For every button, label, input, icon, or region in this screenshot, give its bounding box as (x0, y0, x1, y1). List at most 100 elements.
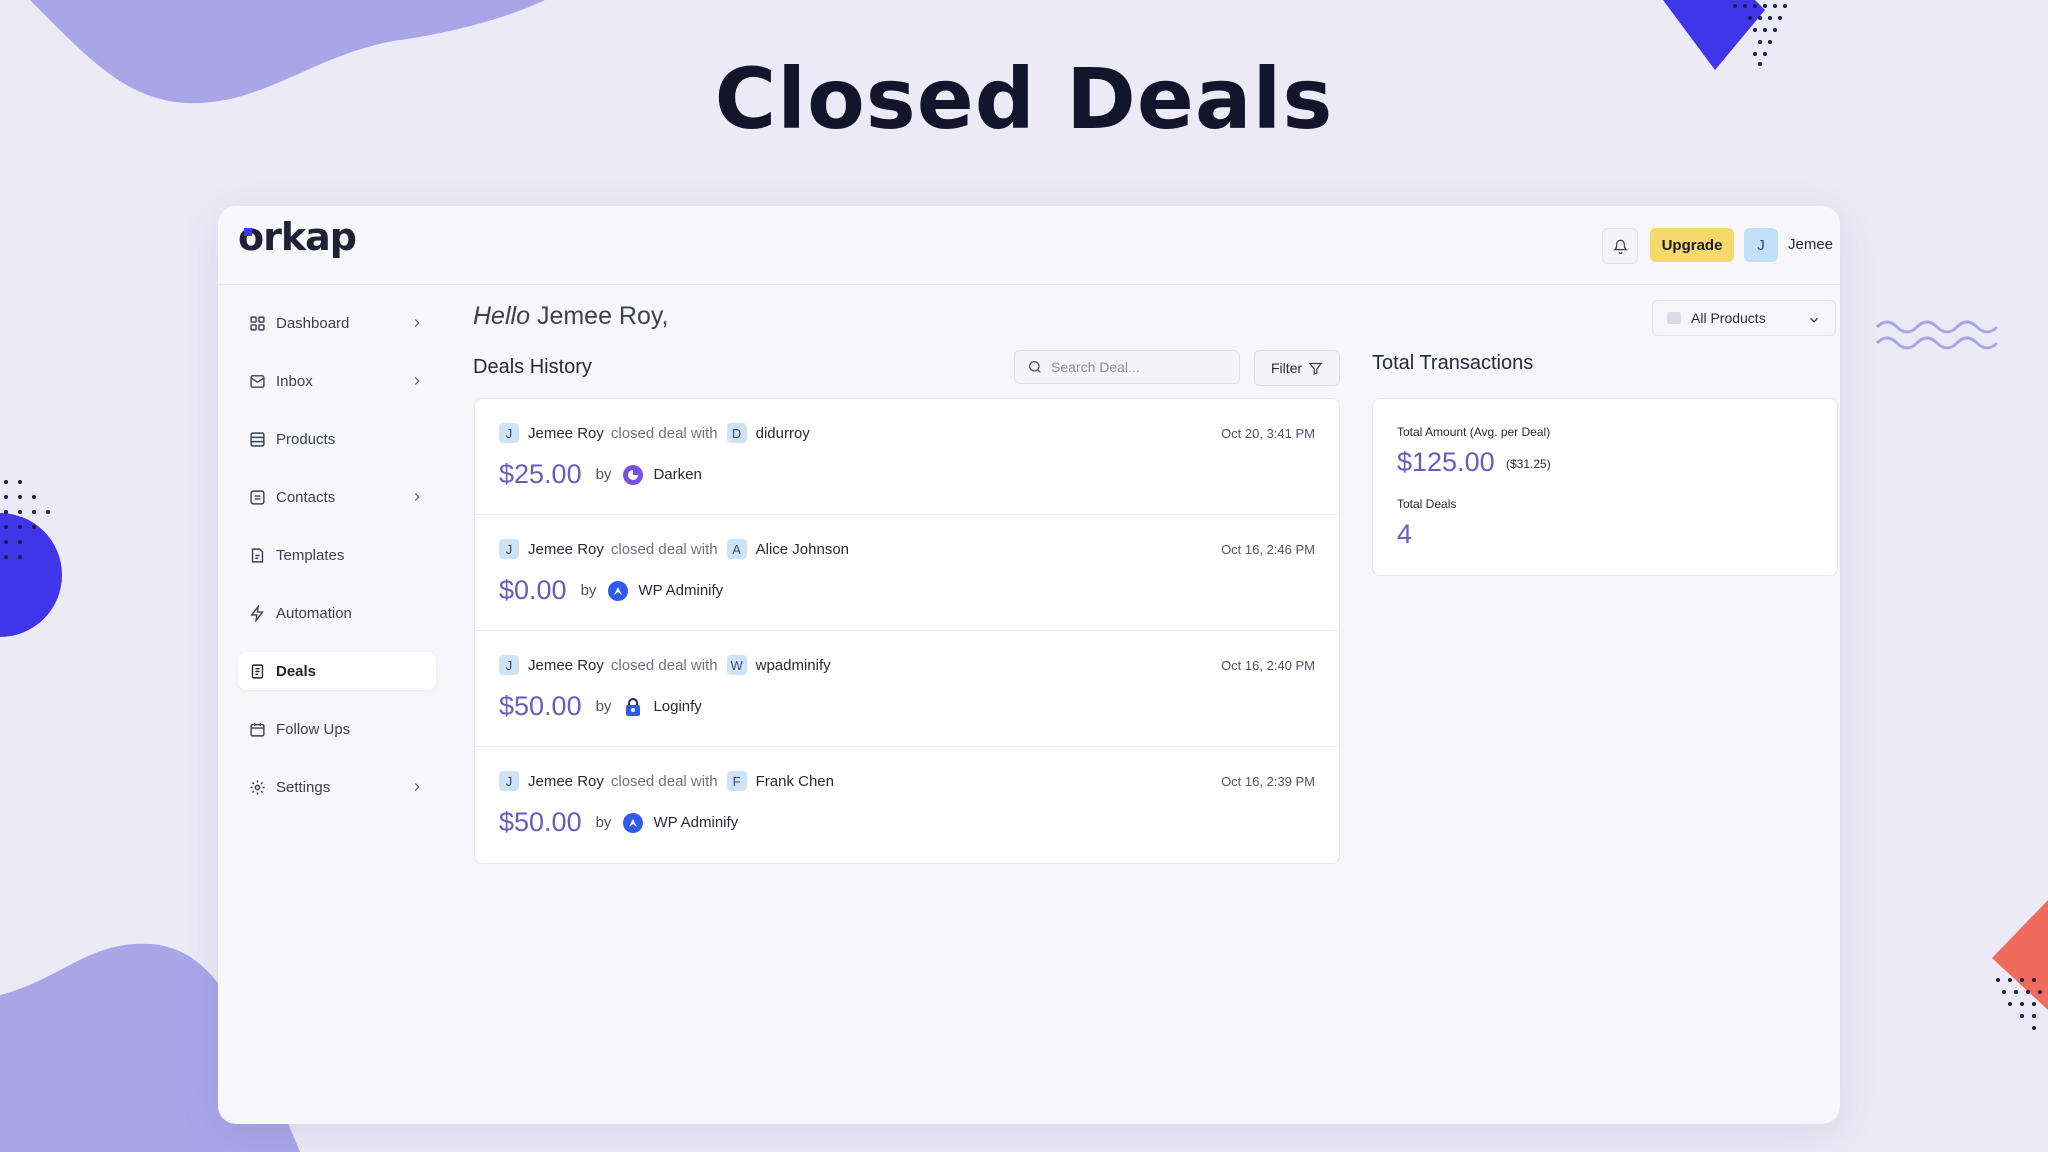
total-deals-value: 4 (1397, 519, 1413, 549)
sidebar-item-label: Dashboard (276, 314, 350, 332)
chevron-right-icon (414, 783, 420, 791)
sidebar-item-label: Templates (276, 546, 345, 564)
gear-icon (248, 778, 266, 796)
product-thumb-icon (1667, 312, 1681, 324)
deal-row[interactable]: J Jemee Roy closed deal with D didurroy … (475, 399, 1339, 515)
greeting: Hello Jemee Roy, (473, 302, 668, 331)
closed-deal-text: closed deal with (610, 772, 718, 790)
deal-amount: $50.00 (499, 807, 582, 837)
closer-initial-badge: J (499, 771, 519, 791)
topbar: orkap Upgrade J Jemee (218, 206, 1840, 285)
by-text: by (580, 582, 597, 599)
deal-amount-row: $50.00 by WP Adminify (499, 807, 738, 838)
deal-amount: $0.00 (499, 575, 567, 605)
document-icon (248, 662, 266, 680)
all-products-label: All Products (1691, 310, 1766, 326)
app-window: orkap Upgrade J Jemee Dashboard Inbox Pr… (218, 206, 1840, 1124)
product-name[interactable]: WP Adminify (638, 582, 723, 599)
deal-time: Oct 16, 2:40 PM (1221, 658, 1315, 673)
target-initial-badge: W (726, 655, 747, 675)
closed-deal-text: closed deal with (610, 656, 718, 674)
grid-icon (248, 314, 266, 332)
notifications-button[interactable] (1602, 228, 1638, 264)
bottom-right-pattern (1992, 900, 2048, 1030)
deal-row[interactable]: J Jemee Roy closed deal with F Frank Che… (475, 747, 1339, 863)
svg-text:orkap: orkap (238, 220, 356, 259)
sidebar-item-products[interactable]: Products (238, 420, 436, 458)
sidebar-item-templates[interactable]: Templates (238, 536, 436, 574)
deal-time: Oct 16, 2:39 PM (1221, 774, 1315, 789)
deal-summary: J Jemee Roy closed deal with A Alice Joh… (499, 539, 849, 559)
right-wave (1875, 320, 1999, 350)
search-icon (1029, 361, 1041, 373)
left-circle-pattern (0, 480, 62, 637)
product-name[interactable]: Loginfy (653, 698, 701, 715)
target-name[interactable]: didurroy (756, 425, 810, 442)
adminify-icon (623, 812, 644, 833)
template-icon (248, 546, 266, 564)
target-initial-badge: F (726, 771, 747, 791)
orkap-logo[interactable]: orkap (238, 220, 368, 266)
user-name[interactable]: Jemee (1788, 236, 1833, 253)
closer-name[interactable]: Jemee Roy (528, 541, 604, 558)
deal-amount: $50.00 (499, 691, 582, 721)
chevron-right-icon (414, 493, 420, 501)
deal-time: Oct 16, 2:46 PM (1221, 542, 1315, 557)
target-initial-badge: A (726, 539, 747, 559)
closer-initial-badge: J (499, 655, 519, 675)
sidebar-item-inbox[interactable]: Inbox (238, 362, 436, 400)
target-initial-badge: D (726, 423, 747, 443)
deal-time: Oct 20, 3:41 PM (1221, 426, 1315, 441)
inbox-icon (248, 372, 266, 390)
product-name[interactable]: Darken (653, 466, 701, 483)
total-amount-label: Total Amount (Avg. per Deal) (1397, 425, 1551, 439)
sidebar-item-deals[interactable]: Deals (238, 652, 436, 690)
filter-icon (1308, 362, 1323, 375)
by-text: by (595, 698, 612, 715)
closer-name[interactable]: Jemee Roy (528, 657, 604, 674)
chevron-down-icon (1809, 317, 1819, 323)
sidebar-item-label: Deals (276, 662, 317, 680)
deal-summary: J Jemee Roy closed deal with D didurroy (499, 423, 810, 443)
deal-row[interactable]: J Jemee Roy closed deal with W wpadminif… (475, 631, 1339, 747)
chevron-right-icon (414, 319, 420, 327)
all-products-select[interactable]: All Products (1652, 300, 1836, 336)
search-deal-box[interactable] (1014, 350, 1240, 384)
user-avatar[interactable]: J (1744, 228, 1778, 262)
total-transactions-title: Total Transactions (1372, 352, 1534, 374)
sidebar-item-automation[interactable]: Automation (238, 594, 436, 632)
deal-amount-row: $25.00 by Darken (499, 459, 702, 490)
closer-name[interactable]: Jemee Roy (528, 773, 604, 790)
search-input[interactable] (1049, 358, 1223, 376)
deals-history-title: Deals History (473, 356, 592, 378)
closed-deal-text: closed deal with (610, 540, 718, 558)
sidebar-item-label: Automation (276, 604, 352, 622)
avg-per-deal-value: ($31.25) (1506, 457, 1551, 471)
deal-summary: J Jemee Roy closed deal with F Frank Che… (499, 771, 834, 791)
closer-name[interactable]: Jemee Roy (528, 425, 604, 442)
by-text: by (595, 466, 612, 483)
upgrade-button[interactable]: Upgrade (1650, 228, 1734, 262)
closer-initial-badge: J (499, 423, 519, 443)
deal-amount-row: $0.00 by WP Adminify (499, 575, 723, 606)
sidebar-item-contacts[interactable]: Contacts (238, 478, 436, 516)
total-deals-label: Total Deals (1397, 497, 1457, 511)
filter-button[interactable]: Filter (1254, 350, 1340, 386)
sidebar-item-follow-ups[interactable]: Follow Ups (238, 710, 436, 748)
chevron-right-icon (414, 377, 420, 385)
product-name[interactable]: WP Adminify (653, 814, 738, 831)
page-heading: Closed Deals (714, 50, 1334, 148)
deal-summary: J Jemee Roy closed deal with W wpadminif… (499, 655, 831, 675)
sidebar-item-settings[interactable]: Settings (238, 768, 436, 806)
deal-row[interactable]: J Jemee Roy closed deal with A Alice Joh… (475, 515, 1339, 631)
target-name[interactable]: Alice Johnson (756, 541, 849, 558)
closer-initial-badge: J (499, 539, 519, 559)
sidebar-item-dashboard[interactable]: Dashboard (238, 304, 436, 342)
darken-icon (623, 464, 644, 485)
deal-amount: $25.00 (499, 459, 582, 489)
target-name[interactable]: Frank Chen (756, 773, 834, 790)
lock-icon (623, 697, 643, 717)
target-name[interactable]: wpadminify (756, 657, 831, 674)
bolt-icon (248, 604, 266, 622)
bell-icon (1612, 239, 1628, 254)
